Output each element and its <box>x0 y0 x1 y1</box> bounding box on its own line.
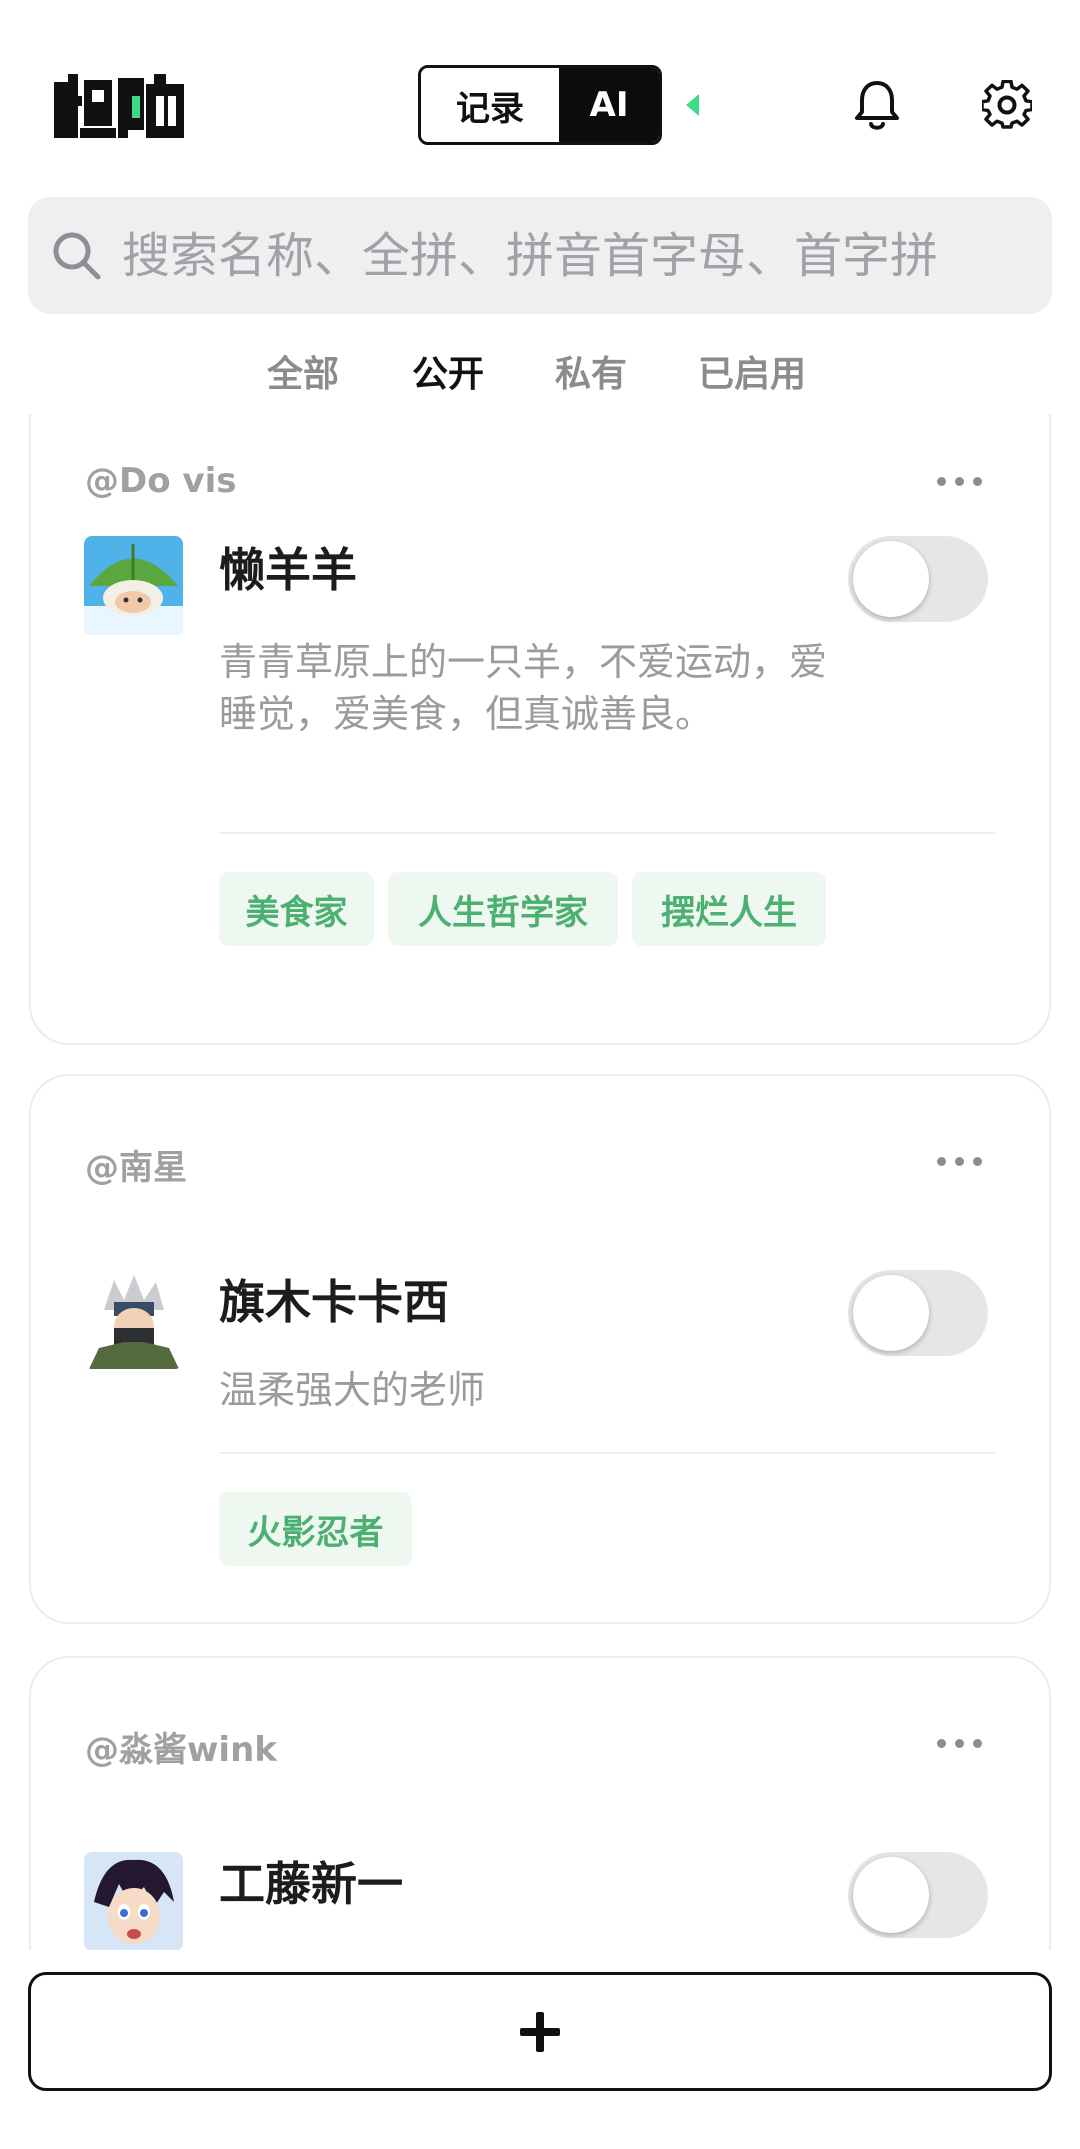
tag[interactable]: 人生哲学家 <box>388 872 618 946</box>
character-description: 青青草原上的一只羊，不爱运动，爱睡觉，爱美食，但真诚善良。 <box>219 640 828 736</box>
search-icon <box>53 232 101 279</box>
character-card[interactable]: @Do vis 懒羊羊 青青草原上的一只羊，不爱运动，爱睡觉，爱美食，但真诚善良… <box>29 414 1051 1045</box>
card-author: @淼酱wink <box>85 1730 277 1770</box>
character-name: 工藤新一 <box>219 1857 403 1911</box>
character-list[interactable]: @Do vis 懒羊羊 青青草原上的一只羊，不爱运动，爱睡觉，爱美食，但真诚善良… <box>0 414 1080 1950</box>
card-author: @Do vis <box>85 461 237 501</box>
more-options-icon[interactable] <box>937 1739 983 1751</box>
avatar <box>84 1852 183 1950</box>
record-mode-label: 记录 <box>456 88 524 129</box>
character-description: 温柔强大的老师 <box>219 1368 486 1412</box>
character-card[interactable]: @淼酱wink 工藤新一 <box>29 1656 1051 1950</box>
card-divider <box>219 832 995 834</box>
search-bar[interactable] <box>28 197 1052 314</box>
toggle-knob <box>853 1275 929 1351</box>
toggle-knob <box>853 541 929 617</box>
tab-public[interactable]: 公开 <box>412 345 484 397</box>
app-logo <box>54 74 184 138</box>
plus-icon <box>520 2011 560 2052</box>
card-author: @南星 <box>85 1148 187 1188</box>
character-card[interactable]: @南星 旗木卡卡西 温柔强大的老师 火影忍者 <box>29 1074 1051 1624</box>
gear-icon[interactable] <box>982 80 1032 130</box>
app-header: 记录 AI <box>0 0 1080 190</box>
tag[interactable]: 美食家 <box>219 872 374 946</box>
mode-toggle[interactable]: 记录 AI <box>418 65 662 145</box>
ninja-avatar-icon <box>84 1270 183 1369</box>
more-options-icon[interactable] <box>937 477 983 489</box>
add-button[interactable] <box>28 1972 1052 2091</box>
tab-enabled[interactable]: 已启用 <box>698 345 806 397</box>
toggle-knob <box>853 1857 929 1933</box>
filter-tabs: 全部 公开 私有 已启用 <box>0 345 1080 409</box>
search-input[interactable] <box>122 227 1022 284</box>
avatar <box>84 536 183 635</box>
tag[interactable]: 摆烂人生 <box>632 872 826 946</box>
bell-icon[interactable] <box>852 78 902 132</box>
tag[interactable]: 火影忍者 <box>219 1492 412 1566</box>
enable-toggle[interactable] <box>848 536 988 622</box>
tab-private[interactable]: 私有 <box>555 345 627 397</box>
enable-toggle[interactable] <box>848 1270 988 1356</box>
ai-indicator-icon <box>686 94 699 116</box>
ai-mode-tab[interactable]: AI <box>559 68 659 142</box>
more-options-icon[interactable] <box>937 1157 983 1169</box>
card-divider <box>219 1452 995 1454</box>
record-mode-tab[interactable]: 记录 <box>421 68 559 142</box>
avatar <box>84 1270 183 1369</box>
character-name: 懒羊羊 <box>219 543 357 597</box>
character-name: 旗木卡卡西 <box>219 1275 449 1329</box>
sheep-avatar-icon <box>84 536 183 635</box>
enable-toggle[interactable] <box>848 1852 988 1938</box>
ai-mode-label: AI <box>589 85 629 125</box>
tab-all[interactable]: 全部 <box>267 345 339 397</box>
detective-avatar-icon <box>84 1852 183 1950</box>
